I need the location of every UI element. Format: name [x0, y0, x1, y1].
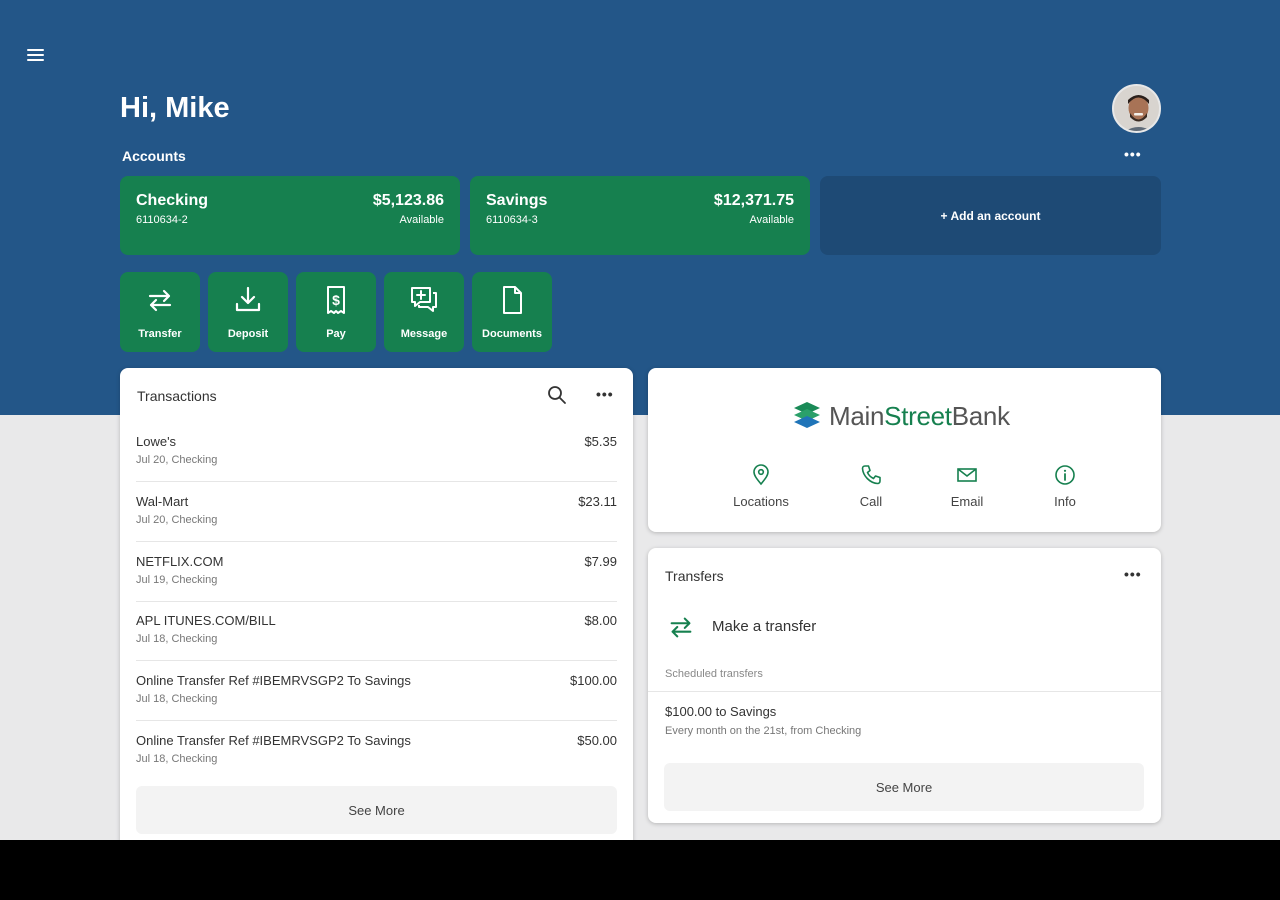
avatar[interactable]	[1112, 84, 1161, 133]
info-icon	[1055, 465, 1075, 485]
bank-name-part: Street	[884, 400, 952, 431]
scheduled-transfer-title: $100.00 to Savings	[665, 704, 777, 719]
scheduled-transfer-detail: Every month on the 21st, from Checking	[665, 725, 862, 737]
bottom-bar	[0, 840, 1280, 900]
transaction-row[interactable]: Online Transfer Ref #IBEMRVSGP2 To Savin…	[136, 661, 617, 721]
contact-email-button[interactable]: Email	[922, 464, 1012, 509]
transfers-card: Transfers ••• Make a transfer Scheduled …	[648, 548, 1161, 823]
contact-locations-button[interactable]: Locations	[716, 464, 806, 509]
transaction-description: Online Transfer Ref #IBEMRVSGP2 To Savin…	[136, 673, 411, 688]
message-icon	[411, 287, 437, 312]
transaction-amount: $7.99	[584, 554, 617, 569]
contact-label: Call	[859, 494, 883, 509]
action-message-button[interactable]: Message	[384, 272, 464, 352]
bank-name-part: Bank	[951, 400, 1010, 431]
make-transfer-button[interactable]: Make a transfer	[664, 610, 964, 644]
account-available-label: Available	[399, 214, 444, 226]
contact-call-button[interactable]: Call	[826, 464, 916, 509]
account-card-checking[interactable]: Checking 6110634-2 $5,123.86 Available	[120, 176, 460, 255]
transfer-icon	[670, 617, 692, 638]
bank-name-part: Main	[829, 400, 885, 431]
make-transfer-label: Make a transfer	[712, 618, 817, 635]
menu-icon[interactable]	[24, 46, 50, 68]
action-label: Pay	[326, 328, 346, 340]
transaction-detail: Jul 18, Checking	[136, 753, 218, 765]
transaction-detail: Jul 18, Checking	[136, 633, 218, 645]
bank-info-card: MainStreetBank Locations Call Email Info	[648, 368, 1161, 532]
transaction-description: Lowe's	[136, 434, 177, 449]
transfers-title: Transfers	[665, 568, 724, 584]
divider	[648, 691, 1161, 692]
account-balance: $12,371.75	[713, 192, 794, 209]
accounts-more-icon[interactable]: •••	[1124, 146, 1142, 162]
transaction-amount: $8.00	[584, 613, 617, 628]
action-label: Transfer	[138, 328, 182, 340]
accounts-label: Accounts	[122, 148, 186, 164]
account-card-savings[interactable]: Savings 6110634-3 $12,371.75 Available	[470, 176, 810, 255]
account-number: 6110634-2	[136, 214, 188, 226]
transactions-see-more-button[interactable]: See More	[136, 786, 617, 834]
transaction-description: NETFLIX.COM	[136, 554, 224, 569]
transaction-detail: Jul 19, Checking	[136, 574, 218, 586]
bank-logo: MainStreetBank	[792, 400, 1010, 432]
action-deposit-button[interactable]: Deposit	[208, 272, 288, 352]
transaction-row[interactable]: NETFLIX.COM Jul 19, Checking $7.99	[136, 542, 617, 602]
transactions-title: Transactions	[137, 388, 217, 404]
transactions-card: Transactions ••• Lowe's Jul 20, Checking…	[120, 368, 633, 840]
pay-icon: $	[327, 286, 345, 314]
app-screen: Hi, Mike Accounts ••• Checking 6110634-2…	[0, 0, 1280, 840]
scheduled-transfer-item[interactable]: $100.00 to Savings Every month on the 21…	[665, 704, 1135, 750]
transaction-amount: $5.35	[584, 434, 617, 449]
action-label: Deposit	[227, 328, 269, 340]
transfer-icon	[148, 289, 172, 312]
bank-logo-icon	[794, 402, 820, 428]
search-icon[interactable]	[547, 385, 567, 405]
transfers-more-icon[interactable]: •••	[1124, 566, 1142, 582]
email-icon	[957, 468, 977, 482]
document-icon	[503, 286, 522, 314]
transaction-description: Online Transfer Ref #IBEMRVSGP2 To Savin…	[136, 733, 411, 748]
transaction-description: APL ITUNES.COM/BILL	[136, 613, 276, 628]
svg-text:$: $	[332, 292, 340, 308]
contact-label: Info	[1054, 494, 1076, 509]
transaction-row[interactable]: APL ITUNES.COM/BILL Jul 18, Checking $8.…	[136, 601, 617, 661]
account-balance: $5,123.86	[372, 192, 444, 209]
action-label: Message	[400, 328, 448, 340]
add-account-button[interactable]: + Add an account	[820, 176, 1161, 255]
bank-name: MainStreetBank	[829, 401, 1010, 432]
transaction-detail: Jul 20, Checking	[136, 514, 218, 526]
scheduled-transfers-label: Scheduled transfers	[665, 668, 763, 680]
location-pin-icon	[753, 464, 769, 486]
transaction-amount: $100.00	[570, 673, 617, 688]
action-pay-button[interactable]: $ Pay	[296, 272, 376, 352]
contact-info-button[interactable]: Info	[1020, 464, 1110, 509]
phone-icon	[861, 465, 881, 485]
account-number: 6110634-3	[486, 214, 538, 226]
deposit-icon	[235, 286, 261, 312]
account-name: Savings	[486, 192, 548, 209]
transaction-row[interactable]: Lowe's Jul 20, Checking $5.35	[136, 422, 617, 482]
action-transfer-button[interactable]: Transfer	[120, 272, 200, 352]
transaction-detail: Jul 18, Checking	[136, 693, 218, 705]
transaction-amount: $23.11	[578, 494, 617, 509]
transaction-row[interactable]: Wal-Mart Jul 20, Checking $23.11	[136, 482, 617, 542]
account-available-label: Available	[749, 214, 794, 226]
action-label: Documents	[482, 328, 542, 340]
transaction-detail: Jul 20, Checking	[136, 454, 218, 466]
contact-label: Locations	[733, 494, 789, 509]
action-documents-button[interactable]: Documents	[472, 272, 552, 352]
transfers-see-more-button[interactable]: See More	[664, 763, 1144, 811]
contact-label: Email	[950, 494, 984, 509]
account-name: Checking	[136, 192, 209, 209]
transactions-more-icon[interactable]: •••	[596, 386, 614, 402]
transaction-amount: $50.00	[577, 733, 617, 748]
transaction-row[interactable]: Online Transfer Ref #IBEMRVSGP2 To Savin…	[136, 721, 617, 781]
greeting: Hi, Mike	[120, 92, 230, 124]
transaction-description: Wal-Mart	[136, 494, 189, 509]
